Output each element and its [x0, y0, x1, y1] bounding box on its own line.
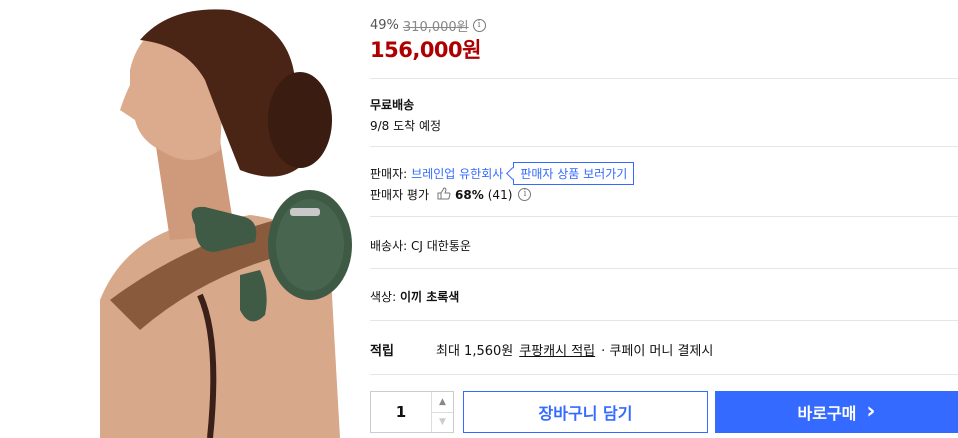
reward-max: 최대 1,560원: [436, 344, 514, 359]
thumbs-up-icon: [437, 186, 451, 203]
seller-rating-percent: 68%: [455, 187, 484, 202]
quantity-increase-button[interactable]: ▲: [432, 392, 453, 413]
divider: [370, 320, 958, 321]
buy-now-label: 바로구매: [797, 404, 857, 423]
sale-price: 156,000원: [370, 38, 481, 62]
reward-row: 적립 최대 1,560원 쿠팡캐시 적립 · 쿠페이 머니 결제시: [370, 340, 958, 359]
discount-rate: 49%: [370, 18, 399, 33]
original-price: 310,000원: [402, 20, 469, 35]
price-summary: 49% 310,000원 i: [370, 16, 486, 35]
reward-label: 적립: [370, 344, 394, 359]
seller-rating-row: 판매자 평가 68% (41) i: [370, 186, 532, 203]
quantity-buttons: ▲ ▼: [431, 392, 453, 432]
seller-rating-label: 판매자 평가: [370, 188, 430, 202]
seller-rating-count: (41): [487, 187, 513, 202]
free-shipping-label: 무료배송: [370, 98, 415, 112]
carrier-name: CJ 대한통운: [411, 239, 471, 253]
add-to-cart-label: 장바구니 담기: [538, 404, 633, 423]
seller-products-button[interactable]: 판매자 상품 보러가기: [513, 162, 635, 185]
add-to-cart-button[interactable]: 장바구니 담기: [463, 391, 708, 433]
price-info-icon[interactable]: i: [472, 19, 486, 32]
divider: [370, 78, 958, 79]
coupang-cash-link[interactable]: 쿠팡캐시 적립: [519, 340, 595, 359]
arrival-date: 9/8 도착 예정: [370, 119, 442, 133]
carrier-label: 배송사:: [370, 239, 408, 253]
chevron-right-icon: ›: [866, 399, 876, 424]
seller-row: 판매자: 브레인업 유한회사 판매자 상품 보러가기: [370, 162, 635, 185]
divider: [370, 216, 958, 217]
divider: [370, 374, 958, 375]
rating-info-icon[interactable]: i: [518, 188, 532, 201]
product-image: [100, 0, 356, 438]
seller-label: 판매자:: [370, 167, 408, 181]
product-photo: [100, 9, 352, 438]
buy-now-button[interactable]: 바로구매 ›: [715, 391, 958, 433]
color-row: 색상: 이끼 초록색: [370, 288, 459, 305]
quantity-input[interactable]: 1: [371, 392, 431, 432]
quantity-stepper: 1 ▲ ▼: [370, 391, 454, 433]
product-info-panel: 49% 310,000원 i 156,000원 무료배송 9/8 도착 예정 판…: [370, 0, 958, 438]
color-label: 색상:: [370, 290, 397, 304]
color-value: 이끼 초록색: [399, 290, 460, 304]
carrier-row: 배송사: CJ 대한통운: [370, 237, 471, 254]
reward-suffix: · 쿠페이 머니 결제시: [601, 344, 714, 359]
divider: [370, 268, 958, 269]
divider: [370, 146, 958, 147]
seller-name-link[interactable]: 브레인업 유한회사: [411, 165, 503, 182]
quantity-decrease-button[interactable]: ▼: [432, 413, 453, 433]
